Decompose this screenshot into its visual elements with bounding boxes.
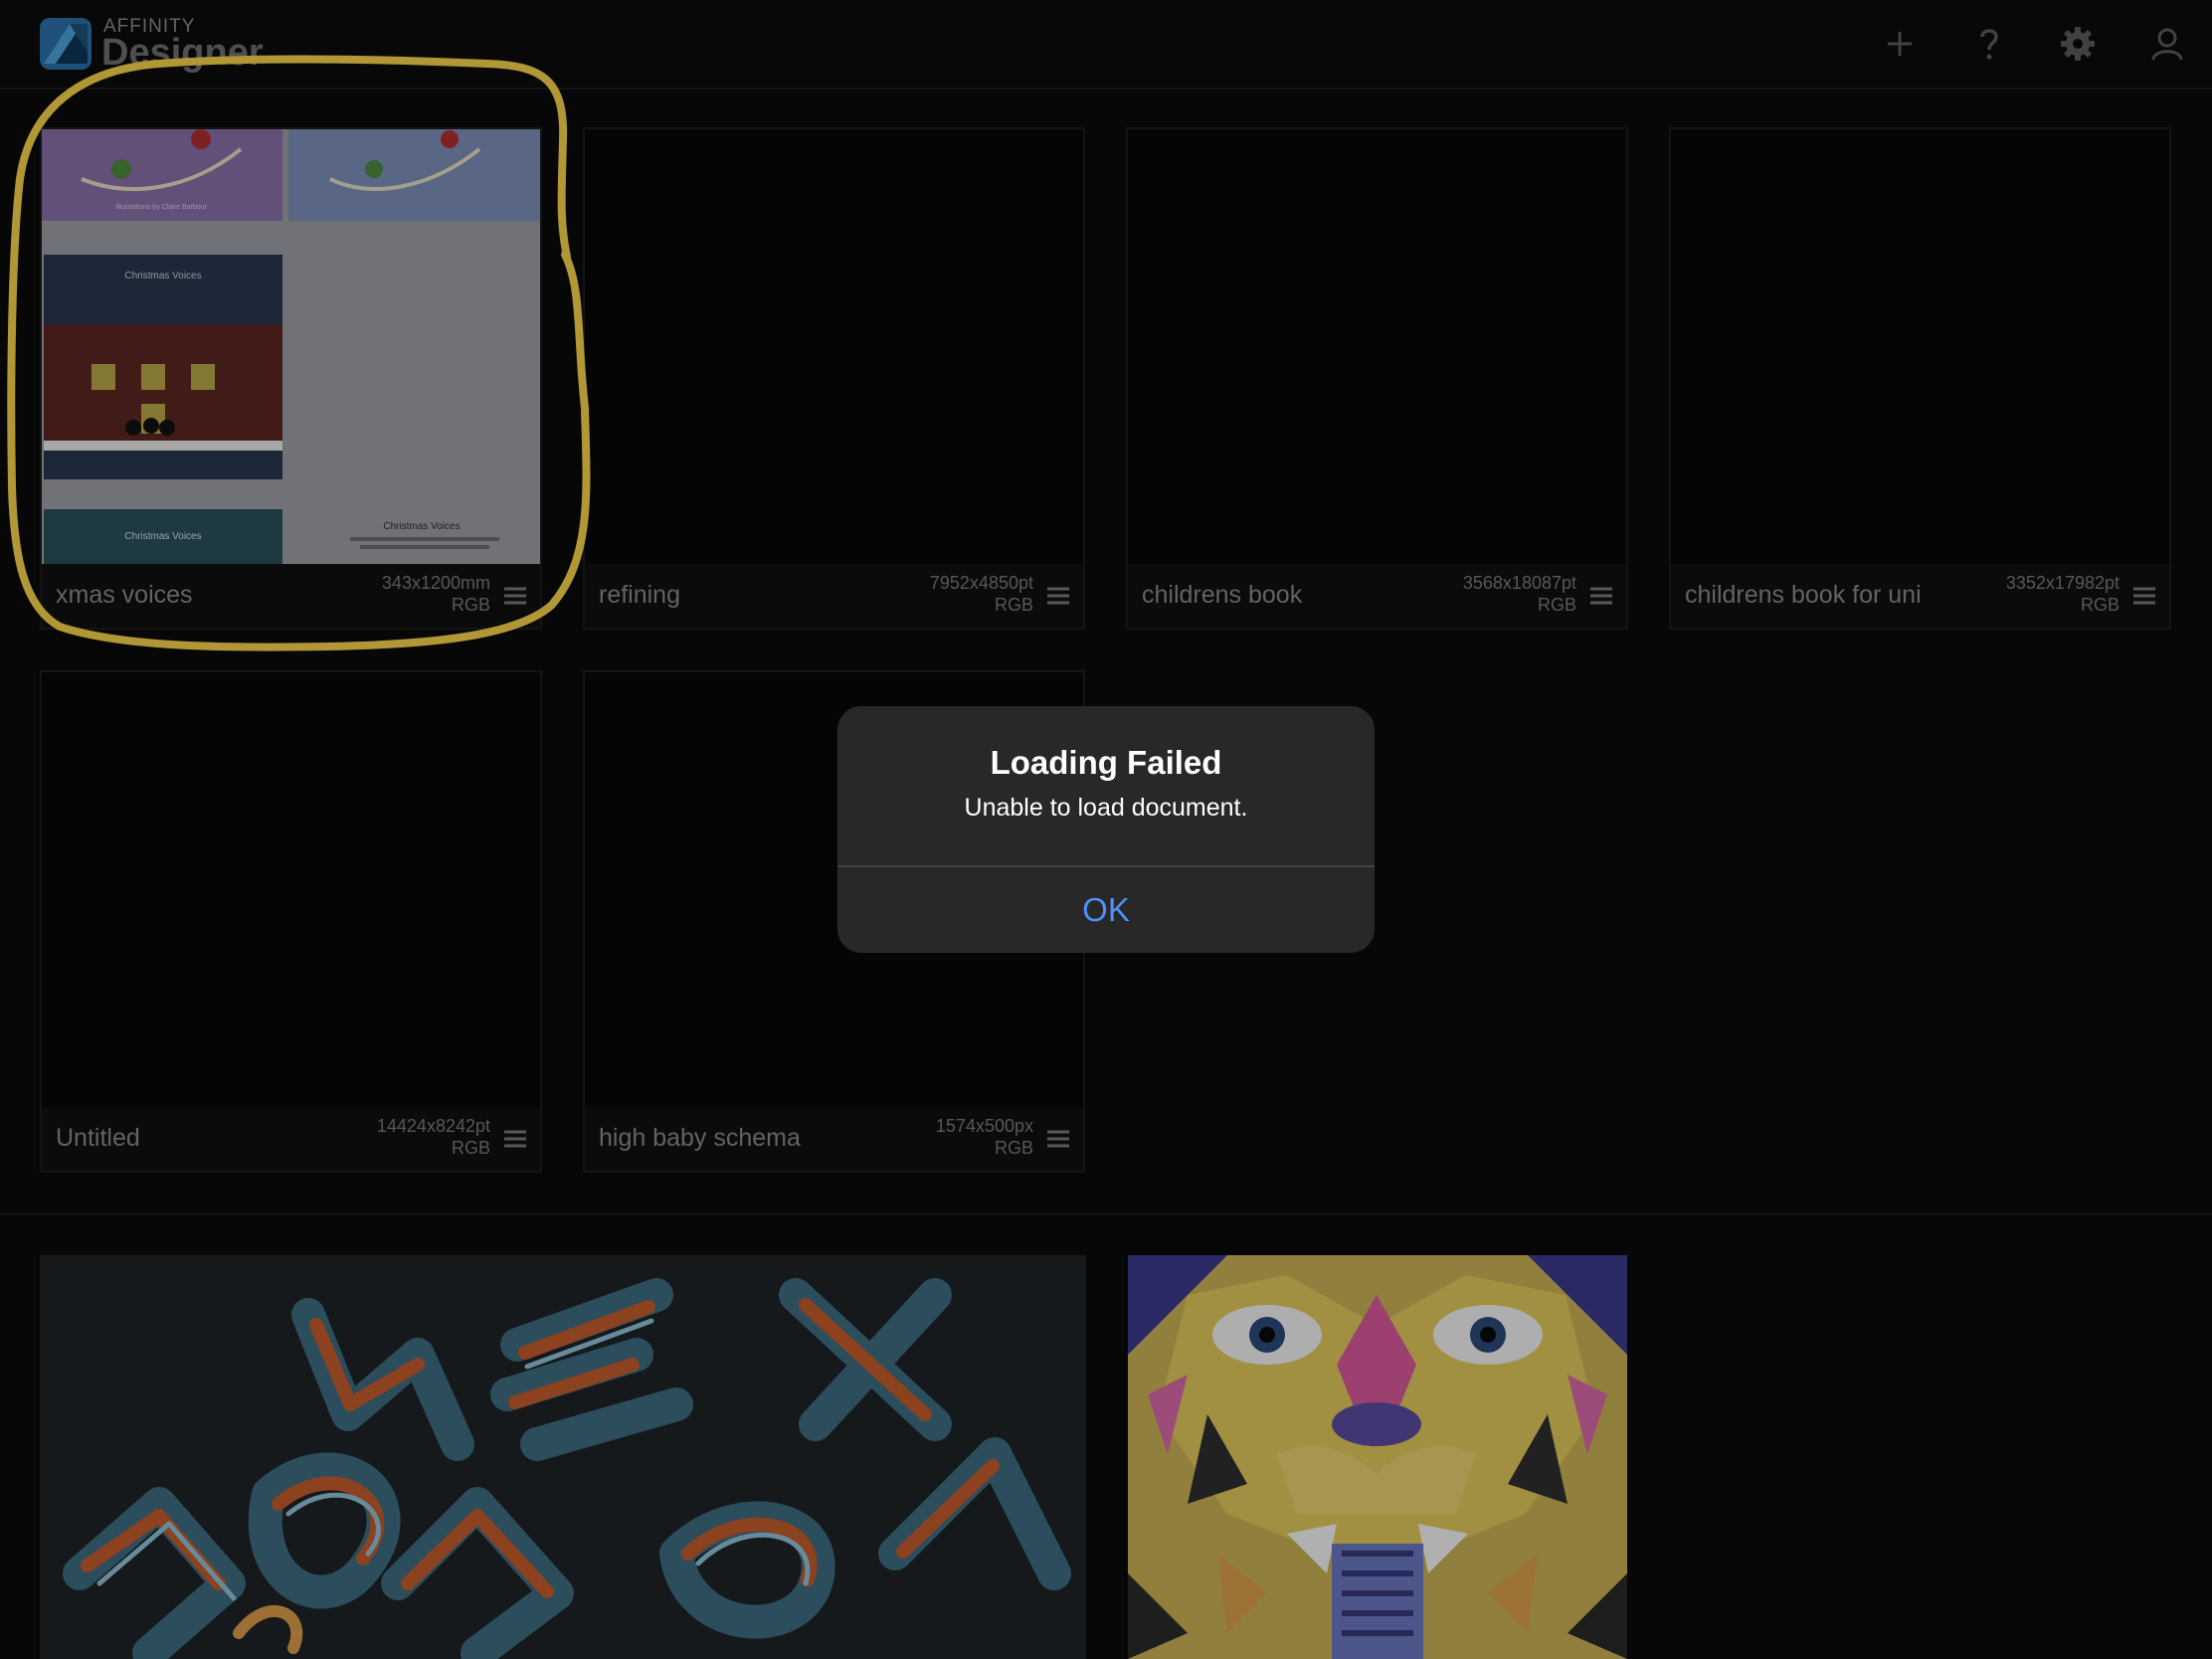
- add-button[interactable]: [1878, 22, 1922, 66]
- document-color-mode: RGB: [451, 1138, 490, 1158]
- card-menu-icon[interactable]: [2133, 586, 2155, 606]
- document-card[interactable]: refining 7952x4850pt RGB: [583, 127, 1085, 630]
- account-icon: [2151, 28, 2183, 61]
- document-card[interactable]: Untitled 14424x8242pt RGB: [40, 670, 542, 1173]
- tiger-illustration-thumbnail[interactable]: [1128, 1255, 1627, 1659]
- alert-title: Loading Failed: [990, 744, 1222, 781]
- alert-message: Unable to load document.: [964, 794, 1248, 822]
- document-card[interactable]: childrens book for uni 3352x17982pt RGB: [1669, 127, 2171, 630]
- document-size: 14424x8242pt: [376, 1116, 490, 1136]
- document-size: 3352x17982pt: [2005, 573, 2120, 593]
- document-size: 7952x4850pt: [929, 573, 1033, 593]
- card-menu-icon[interactable]: [1047, 586, 1069, 606]
- help-button[interactable]: [1967, 22, 2011, 66]
- document-color-mode: RGB: [2080, 595, 2120, 615]
- document-color-mode: RGB: [1537, 595, 1576, 615]
- document-name: high baby schema: [599, 1124, 801, 1152]
- card-menu-icon[interactable]: [504, 1129, 526, 1149]
- document-color-mode: RGB: [994, 595, 1033, 615]
- document-name: childrens book: [1142, 581, 1303, 609]
- document-name: Untitled: [56, 1124, 140, 1152]
- document-color-mode: RGB: [994, 1138, 1033, 1158]
- settings-button[interactable]: [2056, 22, 2100, 66]
- ok-button[interactable]: OK: [837, 867, 1375, 953]
- document-card[interactable]: childrens book 3568x18087pt RGB: [1126, 127, 1628, 630]
- settings-gear-icon: [2061, 27, 2095, 61]
- document-name: childrens book for uni: [1685, 581, 1922, 609]
- retro-lettering-artwork-thumbnail[interactable]: [40, 1255, 1086, 1659]
- add-icon: [1888, 32, 1912, 56]
- section-divider: [0, 1213, 2212, 1215]
- help-icon: [1980, 29, 1998, 60]
- hand-drawn-highlight-annotation: [7, 55, 591, 651]
- card-menu-icon[interactable]: [1590, 586, 1612, 606]
- card-menu-icon[interactable]: [1047, 1129, 1069, 1149]
- loading-failed-alert: Loading Failed Unable to load document. …: [837, 706, 1375, 953]
- document-size: 1574x500px: [935, 1116, 1033, 1136]
- document-size: 3568x18087pt: [1462, 573, 1576, 593]
- account-button[interactable]: [2145, 22, 2189, 66]
